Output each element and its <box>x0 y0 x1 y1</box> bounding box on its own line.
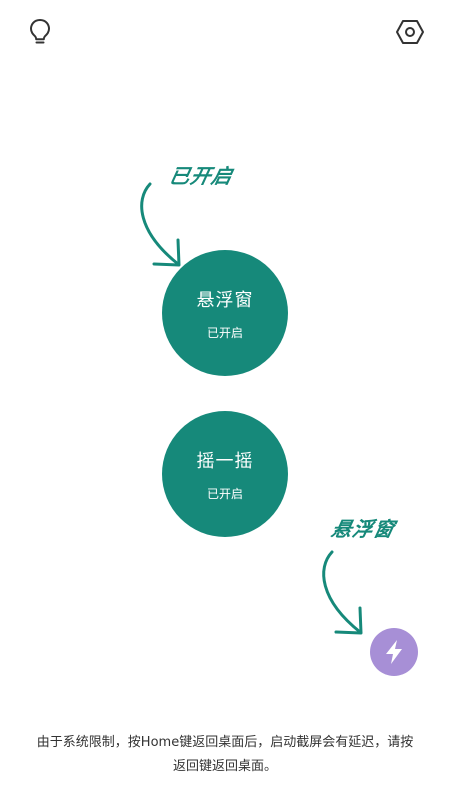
float-window-title: 悬浮窗 <box>196 289 254 311</box>
annotation-floating: 悬浮窗 <box>329 517 398 541</box>
screen: 已开启 悬浮窗 已开启 摇一摇 已开启 悬浮窗 由于系统限制，按Home键返回桌… <box>0 0 450 800</box>
lightning-icon <box>386 640 402 664</box>
shake-status: 已开启 <box>206 486 243 501</box>
notice-text: 由于系统限制，按Home键返回桌面后，启动截屏会有延迟，请按返回键返回桌面。 <box>36 735 414 774</box>
shake-title: 摇一摇 <box>196 450 254 472</box>
shake-button[interactable]: 摇一摇 已开启 <box>162 411 288 537</box>
curved-arrow-icon <box>140 182 181 267</box>
hexagon-settings-icon[interactable] <box>394 16 426 48</box>
curved-arrow-icon <box>322 550 363 635</box>
float-window-button[interactable]: 悬浮窗 已开启 <box>162 250 288 376</box>
lightbulb-icon[interactable] <box>24 16 56 48</box>
floating-ball[interactable] <box>370 628 418 676</box>
float-window-status: 已开启 <box>206 325 243 340</box>
